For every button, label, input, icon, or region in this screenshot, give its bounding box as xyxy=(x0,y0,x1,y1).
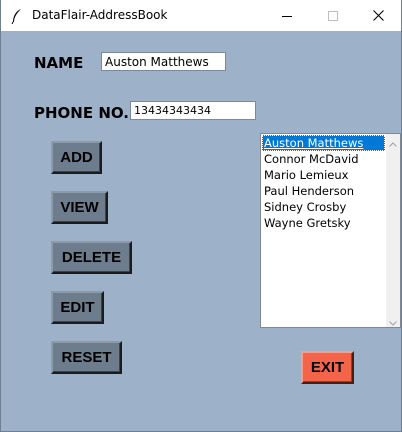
list-item[interactable]: Sidney Crosby xyxy=(262,199,385,215)
minimize-icon xyxy=(282,6,292,25)
phone-label: PHONE NO. xyxy=(34,104,129,122)
window-title: DataFlair-AddressBook xyxy=(32,8,168,22)
chevron-up-icon xyxy=(389,132,397,151)
phone-input[interactable] xyxy=(130,101,256,120)
maximize-icon xyxy=(328,6,338,25)
app-window: DataFlair-AddressBook NAME PHONE NO. ADD… xyxy=(0,0,402,432)
view-button[interactable]: VIEW xyxy=(51,191,108,224)
list-item[interactable]: Mario Lemieux xyxy=(262,167,385,183)
maximize-button[interactable] xyxy=(310,0,356,31)
feather-icon xyxy=(10,8,24,25)
reset-button[interactable]: RESET xyxy=(51,341,122,374)
contacts-list: Auston Matthews Connor McDavid Mario Lemie… xyxy=(262,135,385,231)
list-item[interactable]: Wayne Gretsky xyxy=(262,215,385,231)
contacts-listbox[interactable]: Auston Matthews Connor McDavid Mario Lemie… xyxy=(260,133,401,328)
list-item[interactable]: Auston Matthews xyxy=(262,135,385,151)
minimize-button[interactable] xyxy=(264,0,310,31)
close-icon xyxy=(372,6,384,25)
list-item[interactable]: Connor McDavid xyxy=(262,151,385,167)
name-label: NAME xyxy=(34,54,84,72)
scroll-down-button[interactable] xyxy=(386,313,400,327)
delete-button[interactable]: DELETE xyxy=(51,241,132,274)
title-bar[interactable]: DataFlair-AddressBook xyxy=(1,0,401,31)
close-button[interactable] xyxy=(355,0,401,31)
add-button[interactable]: ADD xyxy=(51,141,102,174)
vertical-scrollbar[interactable] xyxy=(386,134,400,327)
chevron-down-icon xyxy=(389,311,397,330)
edit-button[interactable]: EDIT xyxy=(51,291,104,324)
scroll-up-button[interactable] xyxy=(386,134,400,148)
list-item[interactable]: Paul Henderson xyxy=(262,183,385,199)
name-input[interactable] xyxy=(101,52,226,71)
exit-button[interactable]: EXIT xyxy=(301,351,354,384)
